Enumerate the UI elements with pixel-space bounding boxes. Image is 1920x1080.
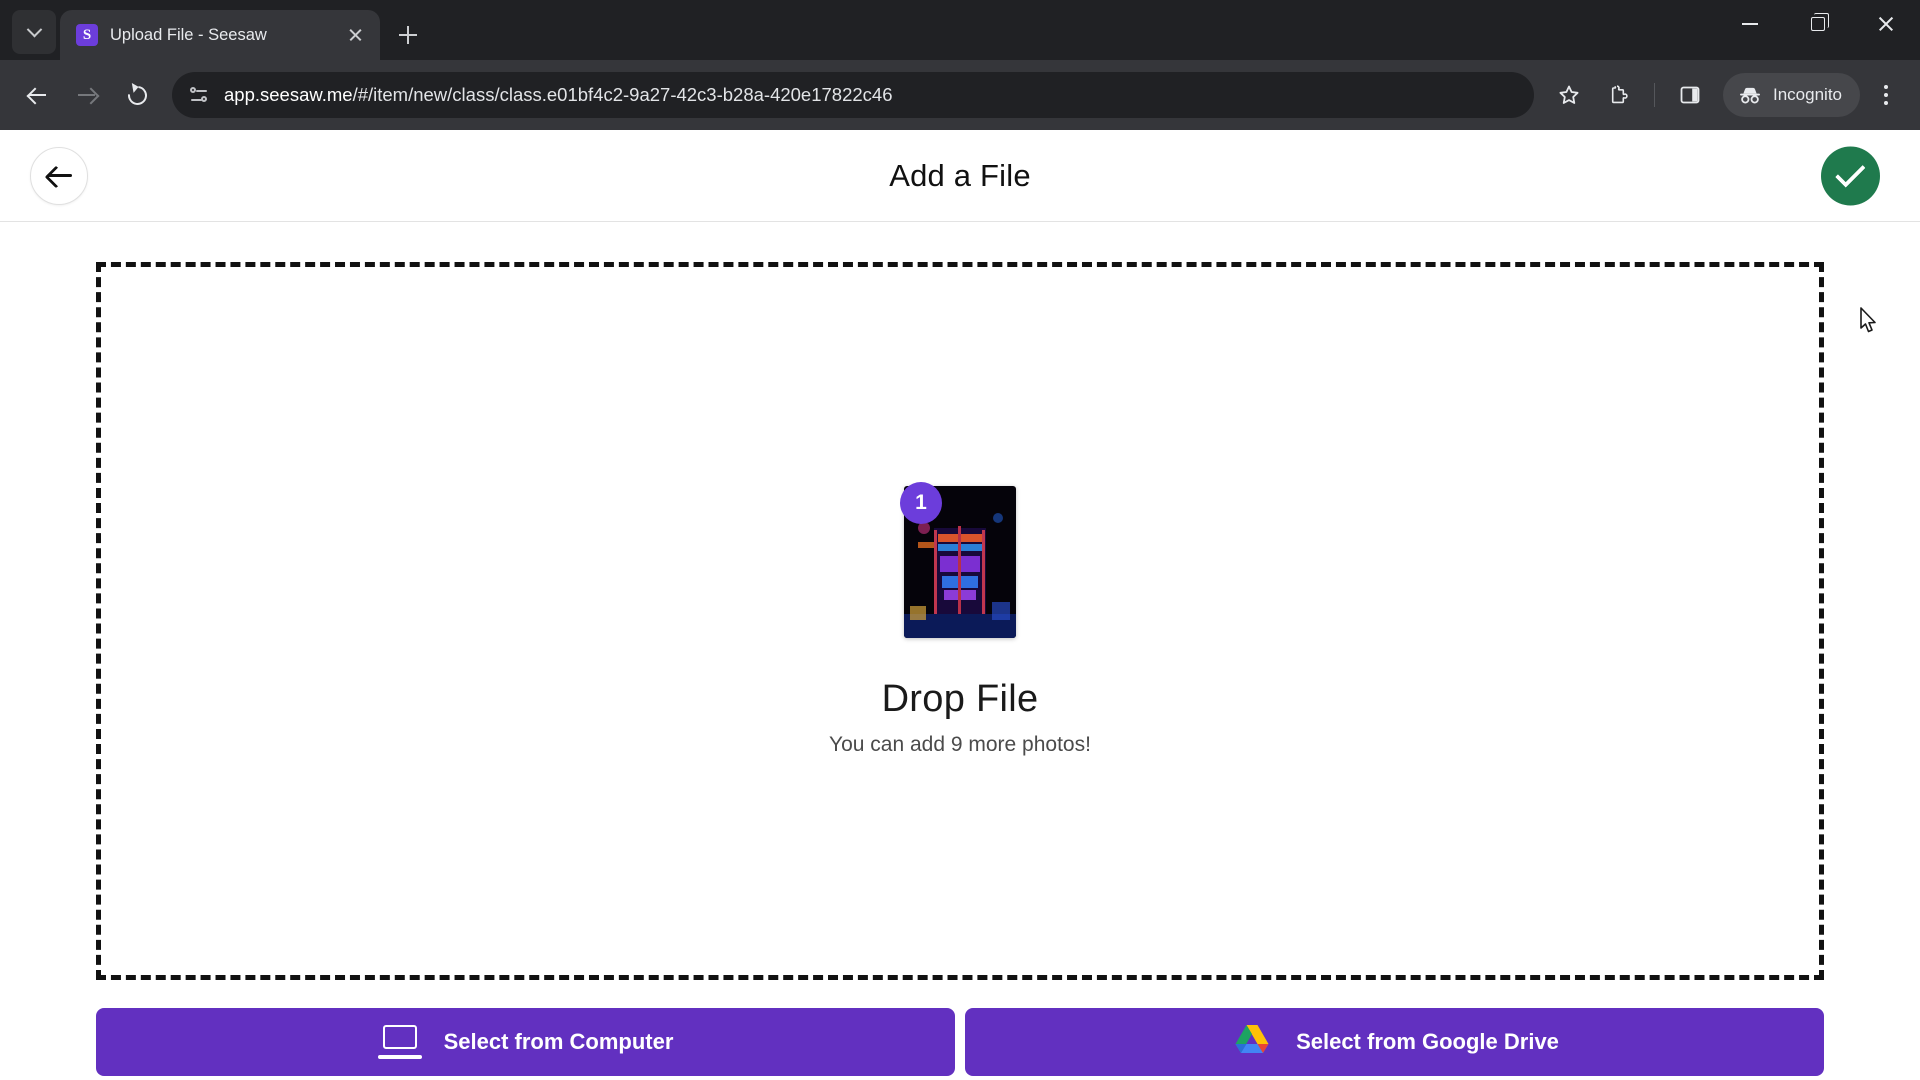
forward-button[interactable] — [64, 72, 110, 118]
kebab-dot — [1884, 101, 1888, 105]
upload-area: 1 Drop File You can add 9 more photos! S… — [0, 222, 1920, 1080]
toolbar-divider — [1654, 83, 1655, 107]
seesaw-favicon: S — [76, 24, 98, 46]
page-content: Add a File 1 Drop File You can add 9 mor… — [0, 130, 1920, 1080]
side-panel-icon — [1680, 86, 1700, 104]
browser-menu-button[interactable] — [1866, 72, 1906, 118]
page-title: Add a File — [889, 157, 1031, 193]
bookmark-button[interactable] — [1546, 72, 1592, 118]
restore-icon — [1811, 17, 1825, 31]
url-path: /#/item/new/class/class.e01bf4c2-9a27-42… — [352, 84, 893, 105]
dropzone-title: Drop File — [881, 677, 1039, 720]
page-back-button[interactable] — [30, 146, 88, 205]
incognito-indicator[interactable]: Incognito — [1723, 73, 1860, 117]
browser-tab[interactable]: S Upload File - Seesaw — [60, 10, 380, 60]
incognito-label: Incognito — [1773, 85, 1842, 104]
back-button[interactable] — [14, 72, 60, 118]
address-bar-text: app.seesaw.me/#/item/new/class/class.e01… — [224, 84, 893, 106]
done-button[interactable] — [1821, 146, 1880, 205]
back-arrow-icon — [46, 165, 72, 187]
tab-close-icon[interactable] — [342, 22, 368, 48]
maximize-button[interactable] — [1784, 0, 1852, 48]
browser-toolbar: app.seesaw.me/#/item/new/class/class.e01… — [0, 60, 1920, 130]
close-icon — [1877, 15, 1895, 33]
site-settings-icon[interactable] — [188, 84, 210, 106]
chevron-down-icon — [26, 21, 42, 37]
select-from-computer-label: Select from Computer — [443, 1029, 674, 1054]
address-bar[interactable]: app.seesaw.me/#/item/new/class/class.e01… — [172, 72, 1534, 118]
tab-search-button[interactable] — [12, 10, 56, 54]
close-window-button[interactable] — [1852, 0, 1920, 48]
app-header: Add a File — [0, 130, 1920, 333]
select-from-computer-button[interactable]: Select from Computer — [96, 1008, 955, 1076]
browser-window: S Upload File - Seesaw app.seesaw.me/#/i… — [0, 0, 1920, 1080]
select-from-google-drive-button[interactable]: Select from Google Drive — [965, 1008, 1824, 1076]
star-icon — [1559, 85, 1579, 104]
window-controls — [1716, 0, 1920, 48]
minimize-button[interactable] — [1716, 0, 1784, 48]
new-tab-button[interactable] — [388, 15, 428, 55]
tab-strip: S Upload File - Seesaw — [0, 0, 1920, 60]
laptop-icon — [377, 1025, 422, 1059]
reload-button[interactable] — [114, 72, 160, 118]
extensions-button[interactable] — [1596, 72, 1642, 118]
minimize-icon — [1742, 23, 1758, 25]
uploaded-thumbnail[interactable]: 1 — [900, 481, 1016, 638]
kebab-dot — [1884, 93, 1888, 97]
kebab-dot — [1884, 85, 1888, 89]
forward-arrow-icon — [78, 86, 96, 104]
incognito-hat-icon — [1740, 87, 1760, 104]
check-icon — [1834, 156, 1865, 188]
reload-icon — [123, 81, 151, 109]
url-host: app.seesaw.me — [224, 84, 353, 105]
select-from-google-drive-label: Select from Google Drive — [1296, 1029, 1559, 1054]
google-drive-icon — [1235, 1025, 1269, 1053]
dropzone-subtitle: You can add 9 more photos! — [829, 732, 1091, 756]
side-panel-button[interactable] — [1667, 72, 1713, 118]
puzzle-icon — [1611, 85, 1628, 104]
tab-title: Upload File - Seesaw — [110, 25, 267, 44]
action-buttons: Select from Computer Select from Google … — [96, 1008, 1824, 1080]
back-arrow-icon — [28, 86, 46, 104]
photo-count-badge: 1 — [900, 481, 942, 524]
file-dropzone[interactable]: 1 Drop File You can add 9 more photos! — [96, 262, 1824, 980]
